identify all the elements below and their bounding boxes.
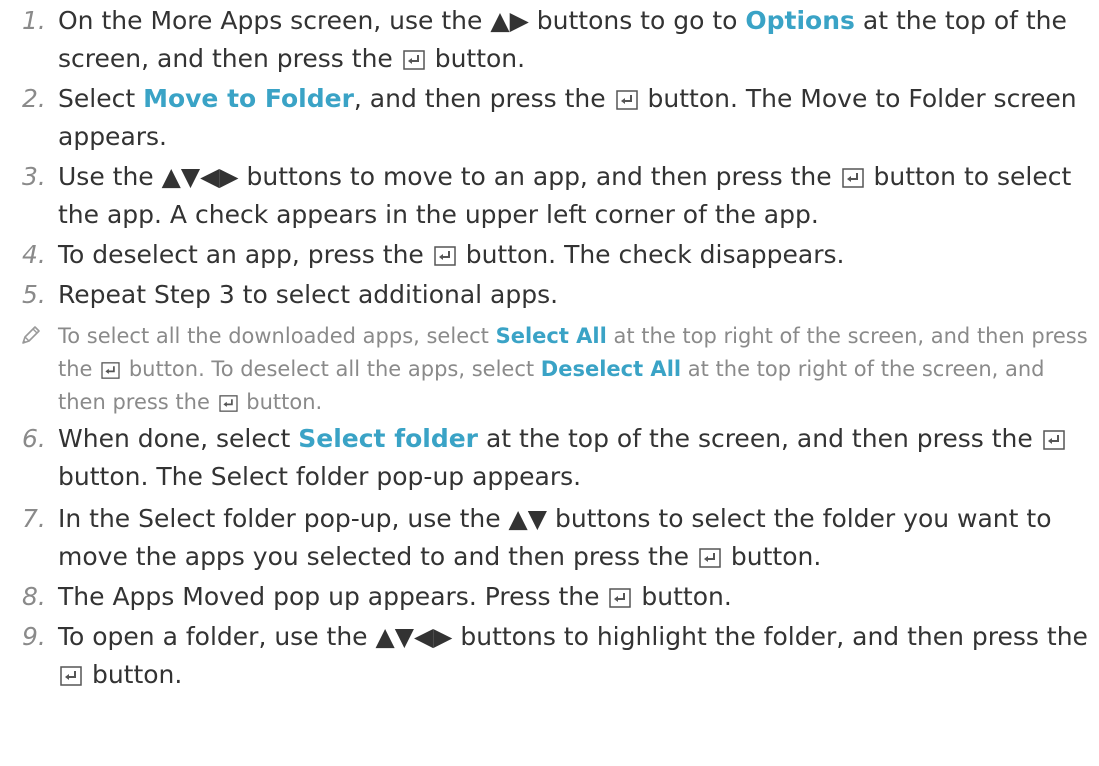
step-number: 9. — [22, 622, 46, 651]
enter-button-icon — [615, 90, 638, 110]
highlighted-term: Deselect All — [540, 357, 682, 381]
step-number: 4. — [22, 240, 46, 269]
instruction-document: 1. On the More Apps screen, use the ▲▶ b… — [0, 0, 1099, 766]
step-text: When done, select Select folder at the t… — [58, 420, 1088, 496]
step-number: 6. — [22, 424, 46, 453]
enter-button-icon — [218, 395, 238, 412]
step-text: The Apps Moved pop up appears. Press the… — [58, 582, 732, 611]
step-text: In the Select folder pop-up, use the ▲▼ … — [58, 504, 1052, 571]
enter-button-icon — [1042, 430, 1065, 450]
enter-button-icon — [101, 362, 120, 379]
pencil-icon — [0, 320, 58, 350]
note: To select all the downloaded apps, selec… — [0, 320, 1099, 419]
enter-button-icon — [841, 168, 864, 188]
step-3: 3. Use the ▲▼◀▶ buttons to move to an ap… — [0, 158, 1099, 234]
step-6: 6. When done, select Select folder at th… — [0, 420, 1099, 496]
highlighted-term: Select All — [495, 324, 607, 348]
enter-button-icon — [609, 588, 632, 608]
step-5: 5. Repeat Step 3 to select additional ap… — [0, 276, 1099, 314]
step-number: 5. — [22, 280, 46, 309]
highlighted-term: Select folder — [298, 424, 479, 453]
step-7: 7. In the Select folder pop-up, use the … — [0, 500, 1099, 576]
enter-button-icon — [403, 50, 425, 70]
step-2: 2. Select Move to Folder, and then press… — [0, 80, 1099, 156]
enter-button-icon — [699, 548, 721, 568]
step-4: 4. To deselect an app, press the button.… — [0, 236, 1099, 274]
step-1: 1. On the More Apps screen, use the ▲▶ b… — [0, 2, 1099, 78]
step-text: Repeat Step 3 to select additional apps. — [58, 280, 559, 309]
step-text: To open a folder, use the ▲▼◀▶ buttons t… — [58, 622, 1088, 689]
note-text: To select all the downloaded apps, selec… — [58, 324, 1088, 414]
step-8: 8. The Apps Moved pop up appears. Press … — [0, 578, 1099, 616]
enter-button-icon — [60, 666, 82, 686]
highlighted-term: Move to Folder — [143, 84, 354, 113]
step-text: Use the ▲▼◀▶ buttons to move to an app, … — [58, 162, 1072, 229]
step-number: 7. — [22, 504, 46, 533]
step-text: Select Move to Folder, and then press th… — [58, 84, 1077, 151]
enter-button-icon — [434, 246, 456, 266]
step-number: 8. — [22, 582, 46, 611]
highlighted-term: Options — [745, 6, 855, 35]
step-9: 9. To open a folder, use the ▲▼◀▶ button… — [0, 618, 1099, 694]
step-number: 1. — [22, 6, 46, 35]
step-text: On the More Apps screen, use the ▲▶ butt… — [58, 6, 1067, 73]
step-text: To deselect an app, press the button. Th… — [58, 240, 845, 269]
step-number: 3. — [22, 162, 46, 191]
step-number: 2. — [22, 84, 46, 113]
